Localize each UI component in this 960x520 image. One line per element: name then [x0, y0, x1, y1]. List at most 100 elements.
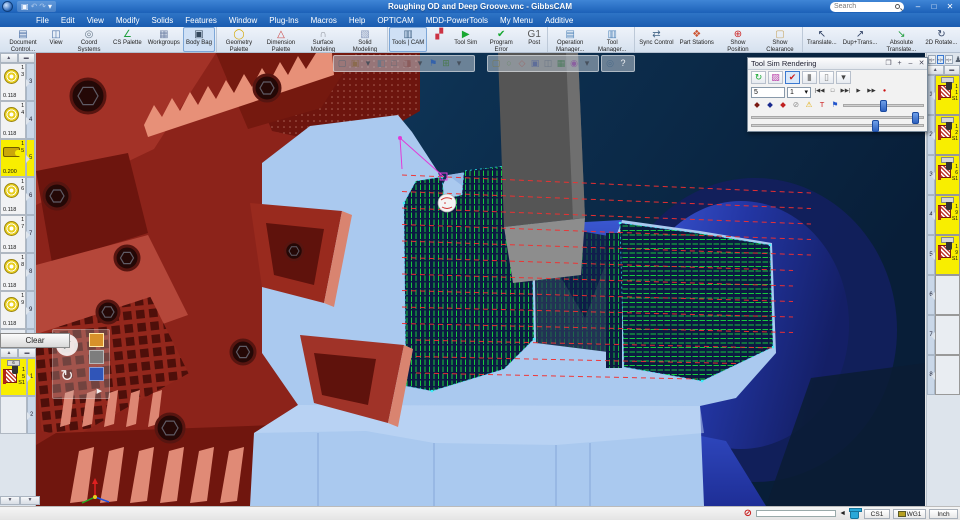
sim-mode-icon[interactable]: ▨ [768, 71, 783, 84]
expand-arrow-icon[interactable]: ▶ [97, 388, 102, 396]
sim-mode-icon[interactable]: ▯ [819, 71, 834, 84]
overlay-tool-icon[interactable]: ○ [503, 56, 515, 71]
sim-mode-icon[interactable]: ▮ [802, 71, 817, 84]
tool-tile[interactable]: 17 0.118 7 [0, 215, 35, 253]
overlay-tool-icon[interactable]: ⚑ [427, 56, 439, 71]
ribbon-button[interactable]: G1Post [522, 27, 546, 52]
menu-item[interactable]: Help [343, 16, 371, 25]
process-tile-empty[interactable]: 2 [0, 396, 36, 434]
overlay-tool-icon[interactable]: ◧ [375, 56, 387, 71]
units-button[interactable]: Inch [929, 509, 958, 519]
overlay-tool-icon[interactable]: ◎ [604, 56, 616, 71]
ribbon-button[interactable]: ▞ [427, 27, 451, 52]
redo-button[interactable]: ↷ [39, 1, 46, 12]
menu-item[interactable]: View [81, 16, 110, 25]
ribbon-button[interactable]: ◫View [44, 27, 68, 52]
sim-count-dropdown[interactable]: 1▾ [787, 87, 811, 98]
ribbon-button[interactable]: ⊕Show Position [717, 27, 759, 52]
overlay-tool-icon[interactable]: ▾ [581, 56, 593, 71]
maximize-button[interactable]: □ [926, 0, 942, 13]
minimize-button[interactable]: – [910, 0, 926, 13]
ribbon-button[interactable]: ∠CS Palette [110, 27, 145, 52]
ribbon-button[interactable]: ▥Tools | CAM [389, 27, 427, 52]
sim-transport-button[interactable]: □ [826, 86, 839, 98]
pin-palette-icon[interactable]: + [894, 58, 905, 69]
sim-speed-input[interactable]: 5 [751, 87, 785, 98]
tool-tile-tab[interactable]: 5 [26, 139, 35, 177]
operation-tile-tab[interactable]: 3 [927, 155, 935, 195]
sync-marker-icon[interactable]: «|» [928, 55, 936, 64]
ribbon-button[interactable]: ▶Tool Sim [451, 27, 480, 52]
sync-marker-icon[interactable]: «|» [945, 55, 953, 64]
viewport-overlay-toolbar-edit[interactable]: ▢▣▾◧□◨▾⚑⊞▾ [333, 55, 475, 72]
overlay-tool-icon[interactable]: ▾ [362, 56, 374, 71]
sim-display-icon[interactable]: ⊘ [790, 100, 802, 111]
operation-tile-empty[interactable]: 8 [927, 355, 960, 395]
tool-tile[interactable]: 19 0.118 9 [0, 291, 35, 329]
operation-tile[interactable]: 4 19S1 [927, 195, 960, 235]
sim-mode-icon[interactable]: ▾ [836, 71, 851, 84]
app-icon[interactable] [2, 1, 13, 12]
overlay-tool-icon[interactable]: ▢ [490, 56, 502, 71]
ribbon-button[interactable]: ∩Surface Modeling [302, 27, 344, 52]
menu-item[interactable]: My Menu [494, 16, 539, 25]
sim-transport-button[interactable]: ▶ [852, 86, 865, 98]
sim-transport-button[interactable]: |◀◀ [813, 86, 826, 98]
clear-button[interactable]: Clear [0, 333, 70, 348]
process-scroll-down-row[interactable]: ▼▼ [0, 496, 40, 505]
menu-item[interactable]: Window [223, 16, 263, 25]
operation-tile-tab[interactable]: 5 [927, 235, 935, 275]
operation-collapse[interactable]: ▬ [944, 65, 960, 75]
tool-tile[interactable]: 16 0.118 6 [0, 177, 35, 215]
operation-tile-empty[interactable]: 6 [927, 275, 960, 315]
overlay-tool-icon[interactable]: ⊞ [440, 56, 452, 71]
menu-item[interactable]: Additive [539, 16, 579, 25]
tool-tile-tab[interactable]: 3 [26, 63, 35, 101]
operator-icon[interactable]: ♟ [955, 55, 960, 64]
overlay-tool-icon[interactable]: □ [388, 56, 400, 71]
ribbon-button[interactable]: ↻2D Rotate... [922, 27, 960, 52]
overlay-tool-icon[interactable]: ◨ [401, 56, 413, 71]
tool-tile[interactable]: 18 0.118 8 [0, 253, 35, 291]
ribbon-button[interactable]: ▦Workgroups [145, 27, 183, 52]
mini-palette-gray-icon[interactable] [89, 350, 104, 364]
minimize-palette-icon[interactable]: – [905, 58, 916, 69]
sim-display-icon[interactable]: ⚑ [829, 100, 841, 111]
ribbon-button[interactable]: ⇄Sync Control [636, 27, 676, 52]
tool-tile-tab[interactable]: 9 [26, 291, 35, 329]
mini-palette-tool-icon[interactable] [89, 333, 104, 347]
ribbon-button[interactable]: ↗Dup+Trans... [840, 27, 881, 52]
ribbon-button[interactable]: ▤Operation Manager... [549, 27, 591, 52]
operation-tile[interactable]: 3 16S1 [927, 155, 960, 195]
ribbon-button[interactable]: ↘Absolute Translate... [880, 27, 922, 52]
process-tile[interactable]: 6 15S1 1 [0, 358, 36, 396]
overlay-tool-icon[interactable]: ▾ [414, 56, 426, 71]
overlay-tool-icon[interactable]: ▦ [555, 56, 567, 71]
close-button[interactable]: ✕ [942, 0, 958, 13]
trash-icon[interactable] [850, 509, 859, 519]
sim-speed-slider[interactable] [751, 124, 924, 127]
sim-transport-button[interactable]: ▶▶| [839, 86, 852, 98]
overlay-tool-icon[interactable]: ? [617, 56, 629, 71]
menu-item[interactable]: Edit [55, 16, 81, 25]
overlay-tool-icon[interactable]: ▾ [453, 56, 465, 71]
operation-tile[interactable]: 1 11S1 [927, 75, 960, 115]
sim-mode-icon[interactable]: ↻ [751, 71, 766, 84]
ribbon-button[interactable]: ◎Coord Systems [68, 27, 110, 52]
ribbon-button[interactable]: ▧Solid Modeling [344, 27, 386, 52]
ribbon-button[interactable]: ▤Document Control... [2, 27, 44, 52]
search-input[interactable]: Search [830, 2, 904, 12]
overlay-tool-icon[interactable]: ◇ [516, 56, 528, 71]
float-palette-icon[interactable]: ❐ [883, 58, 894, 69]
menu-item[interactable]: Plug-Ins [263, 16, 304, 25]
operation-tile[interactable]: 2 12S1 [927, 115, 960, 155]
menu-item[interactable]: Macros [305, 16, 343, 25]
overlay-tool-icon[interactable]: ▣ [349, 56, 361, 71]
overlay-tool-icon[interactable]: ◫ [542, 56, 554, 71]
menu-item[interactable]: Features [179, 16, 223, 25]
menu-item[interactable]: File [30, 16, 55, 25]
menu-item[interactable]: OPTICAM [371, 16, 419, 25]
wg-indicator-button[interactable]: WG1 [893, 509, 926, 519]
tool-list-collapse[interactable]: ▬ [18, 53, 36, 63]
ribbon-button[interactable]: ◯Geometry Palette [218, 27, 260, 52]
